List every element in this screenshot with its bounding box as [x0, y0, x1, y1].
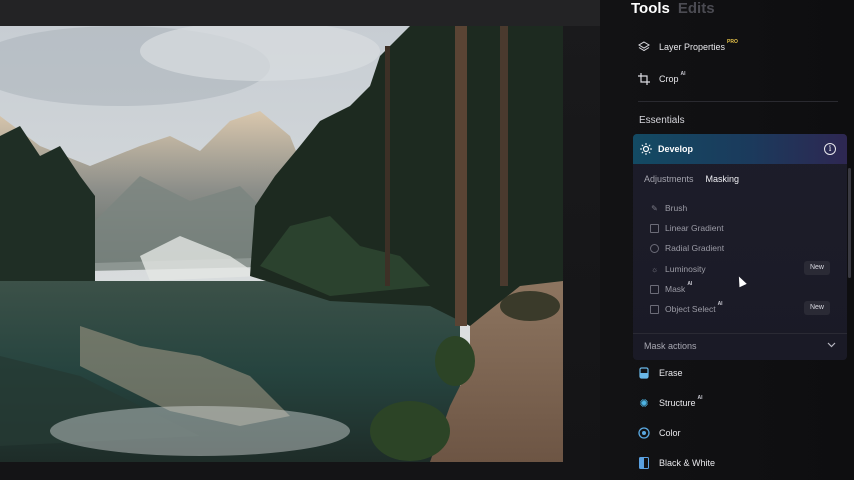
tool-label: Crop AI — [659, 71, 686, 84]
tool-erase[interactable]: Erase — [638, 367, 683, 379]
mask-item-label: Object Select AI — [665, 301, 723, 314]
object-select-icon — [650, 304, 659, 314]
mask-item-label: Mask AI — [665, 281, 693, 294]
mask-item-label: Linear Gradient — [665, 223, 724, 233]
ai-tag: AI — [717, 301, 723, 307]
tools-panel: Tools Edits Layer Properties PRO Crop AI E… — [600, 0, 854, 480]
luminosity-icon: ☼ — [650, 264, 659, 274]
tab-edits[interactable]: Edits — [678, 0, 715, 18]
linear-gradient-icon — [650, 223, 659, 233]
pro-tag: PRO — [727, 39, 738, 45]
info-icon[interactable]: i — [824, 143, 836, 155]
tool-label: Structure AI — [659, 395, 703, 408]
mask-item-brush[interactable]: ✎ Brush — [650, 201, 830, 215]
mask-item-label: Brush — [665, 203, 688, 213]
brush-icon: ✎ — [651, 203, 658, 213]
layers-icon — [638, 41, 650, 53]
sun-icon — [640, 143, 652, 155]
divider — [633, 333, 847, 334]
ai-tag: AI — [680, 71, 686, 77]
new-badge: New — [804, 301, 830, 315]
tool-color[interactable]: Color — [638, 427, 681, 439]
develop-title: Develop — [658, 144, 694, 154]
ai-tag: AI — [697, 395, 703, 401]
mask-ai-icon — [650, 284, 659, 294]
panel-tabs: Tools Edits — [631, 0, 715, 18]
tool-label: Layer Properties PRO — [659, 39, 738, 52]
erase-icon — [638, 367, 650, 379]
tool-label: Black & White — [659, 458, 716, 468]
mask-item-label: Luminosity — [665, 264, 706, 274]
crop-icon — [638, 73, 650, 85]
ai-tag: AI — [687, 281, 693, 287]
landscape-photo — [0, 26, 563, 462]
mask-item-linear-gradient[interactable]: Linear Gradient — [650, 221, 830, 235]
develop-sub-tabs: Adjustments Masking — [644, 174, 739, 184]
panel-scrollbar[interactable] — [848, 168, 851, 278]
mask-item-label: Radial Gradient — [665, 243, 725, 253]
black-white-icon — [638, 457, 650, 469]
tool-crop[interactable]: Crop AI — [638, 71, 686, 85]
tab-masking[interactable]: Masking — [706, 174, 740, 184]
mask-actions-toggle[interactable]: Mask actions — [644, 341, 697, 351]
radial-gradient-icon — [650, 243, 659, 253]
section-title-essentials: Essentials — [639, 115, 685, 126]
tab-tools[interactable]: Tools — [631, 0, 670, 18]
chevron-down-icon[interactable] — [827, 340, 836, 351]
color-icon — [638, 427, 650, 439]
tool-black-white[interactable]: Black & White — [638, 457, 715, 469]
mask-item-object-select[interactable]: Object Select AI New — [650, 301, 830, 316]
tool-label: Color — [659, 428, 681, 438]
divider — [638, 101, 838, 102]
structure-icon: ✺ — [639, 397, 649, 410]
tool-structure[interactable]: ✺ Structure AI — [638, 395, 703, 410]
photo-canvas[interactable] — [0, 26, 563, 462]
mask-item-radial-gradient[interactable]: Radial Gradient — [650, 241, 830, 255]
tool-layer-properties[interactable]: Layer Properties PRO — [638, 39, 738, 53]
mask-item-luminosity[interactable]: ☼ Luminosity New — [650, 261, 830, 276]
develop-card: Develop i Adjustments Masking ✎ Brush Li… — [633, 134, 847, 360]
new-badge: New — [804, 261, 830, 275]
tab-adjustments[interactable]: Adjustments — [644, 174, 694, 184]
tool-label: Erase — [659, 368, 683, 378]
canvas-area — [0, 0, 600, 480]
develop-header[interactable]: Develop i — [633, 134, 847, 164]
